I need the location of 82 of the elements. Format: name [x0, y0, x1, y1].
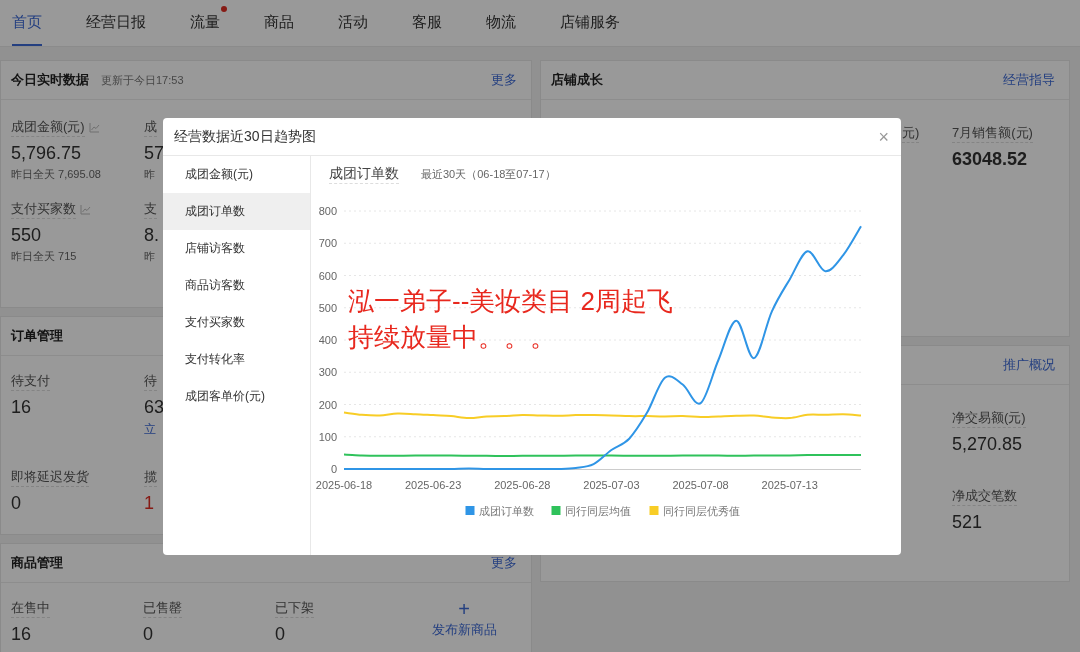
annotation-text: 泓一弟子--美妆类目 2周起飞 — [348, 285, 673, 318]
metric-label: 即将延迟发货 — [11, 467, 89, 487]
metric-label: 7月销售额(元) — [952, 123, 1033, 143]
metric-label: 支付买家数 — [11, 199, 76, 219]
metric-value: 16 — [11, 396, 32, 418]
y-axis-label: 200 — [318, 398, 337, 411]
metric-label: 已下架 — [275, 598, 314, 618]
menu-item[interactable]: 店铺访客数 — [163, 230, 310, 267]
annotation-text: 持续放量中。。。 — [348, 321, 557, 354]
dialog-title: 经营数据近30日趋势图 — [174, 127, 316, 146]
metric-label: 成 — [144, 117, 157, 137]
y-axis-label: 300 — [318, 366, 337, 379]
more-link[interactable]: 经营指导 — [1003, 71, 1055, 89]
metric-value: 16 — [11, 623, 32, 645]
metric-label: 揽 — [144, 467, 157, 487]
nav-tab[interactable]: 首页 — [12, 0, 42, 46]
metric-value: 5,270.85 — [952, 433, 1023, 455]
update-time: 更新于今日17:53 — [101, 72, 184, 88]
x-axis-label: 2025-07-03 — [583, 479, 640, 491]
metric-label: 待支付 — [11, 371, 50, 391]
y-axis-label: 600 — [318, 269, 337, 282]
y-axis-label: 400 — [318, 334, 337, 346]
metric-value: 0 — [11, 492, 21, 514]
metric-value: 550 — [11, 224, 42, 246]
metric-label: 元) — [902, 123, 920, 143]
metric-comparison: 昨日全天 7,695.08 — [11, 167, 101, 182]
metric-value: 1 — [144, 492, 154, 514]
chart-title: 成团订单数 — [329, 165, 399, 184]
metric-value: 0 — [275, 623, 285, 645]
nav-tab[interactable]: 客服 — [412, 0, 442, 46]
x-axis-label: 2025-06-28 — [494, 479, 551, 491]
metric-label: 已售罄 — [143, 598, 182, 618]
menu-item[interactable]: 支付买家数 — [163, 304, 310, 341]
more-link[interactable]: 更多 — [491, 71, 517, 89]
metric-comparison: 昨 — [144, 167, 155, 182]
metric-value: 521 — [952, 511, 983, 533]
menu-item[interactable]: 支付转化率 — [163, 341, 310, 378]
nav-tab[interactable]: 流量 — [190, 0, 220, 46]
x-axis-label: 2025-06-18 — [315, 479, 373, 491]
action-link[interactable]: 立 — [144, 421, 156, 438]
metric-label: 支 — [144, 199, 157, 219]
metric-value: 63048.52 — [952, 148, 1028, 170]
legend-label: 同行同层均值 — [564, 505, 631, 517]
metric-comparison: 昨 — [144, 249, 155, 264]
legend-label: 同行同层优秀值 — [662, 505, 740, 517]
x-axis-label: 2025-06-23 — [405, 479, 462, 491]
menu-item[interactable]: 商品访客数 — [163, 267, 310, 304]
metric-label: 净交易额(元) — [952, 408, 1026, 428]
more-link[interactable]: 推广概况 — [1003, 356, 1055, 374]
y-axis-label: 500 — [318, 301, 337, 314]
metric-label: 净成交笔数 — [952, 486, 1017, 506]
menu-item[interactable]: 成团订单数 — [163, 193, 310, 230]
card-title: 商品管理 — [11, 554, 63, 572]
date-range: 最近30天（06-18至07-17） — [421, 167, 556, 182]
more-link[interactable]: 更多 — [491, 554, 517, 572]
metric-value: 63 — [144, 396, 165, 418]
metric-value: 8. — [144, 224, 159, 246]
metric-value: 5,796.75 — [11, 142, 82, 164]
metric-label: 待 — [144, 371, 157, 391]
menu-item[interactable]: 成团客单价(元) — [163, 378, 310, 415]
nav-tab[interactable]: 商品 — [264, 0, 294, 46]
nav-tab[interactable]: 经营日报 — [86, 0, 146, 46]
card-title: 订单管理 — [11, 327, 63, 345]
metric-label: 成团金额(元) — [11, 117, 85, 137]
publish-product-button[interactable]: + 发布新商品 — [407, 599, 521, 645]
nav-tab[interactable]: 活动 — [338, 0, 368, 46]
nav-tab[interactable]: 店铺服务 — [560, 0, 620, 46]
x-axis-label: 2025-07-13 — [761, 479, 818, 491]
metric-comparison: 昨日全天 715 — [11, 249, 77, 264]
y-axis-label: 0 — [330, 463, 337, 475]
nav-tab[interactable]: 物流 — [486, 0, 516, 46]
x-axis-label: 2025-07-08 — [672, 479, 729, 491]
y-axis-label: 800 — [318, 205, 337, 217]
metric-label: 在售中 — [11, 598, 50, 618]
card-title: 今日实时数据 — [11, 71, 89, 89]
metric-value: 57 — [144, 142, 165, 164]
card-title: 店铺成长 — [551, 71, 603, 89]
legend-label: 成团订单数 — [478, 505, 534, 517]
y-axis-label: 100 — [318, 430, 337, 443]
y-axis-label: 700 — [318, 237, 337, 250]
menu-item[interactable]: 成团金额(元) — [163, 156, 310, 193]
metric-value: 0 — [143, 623, 153, 645]
